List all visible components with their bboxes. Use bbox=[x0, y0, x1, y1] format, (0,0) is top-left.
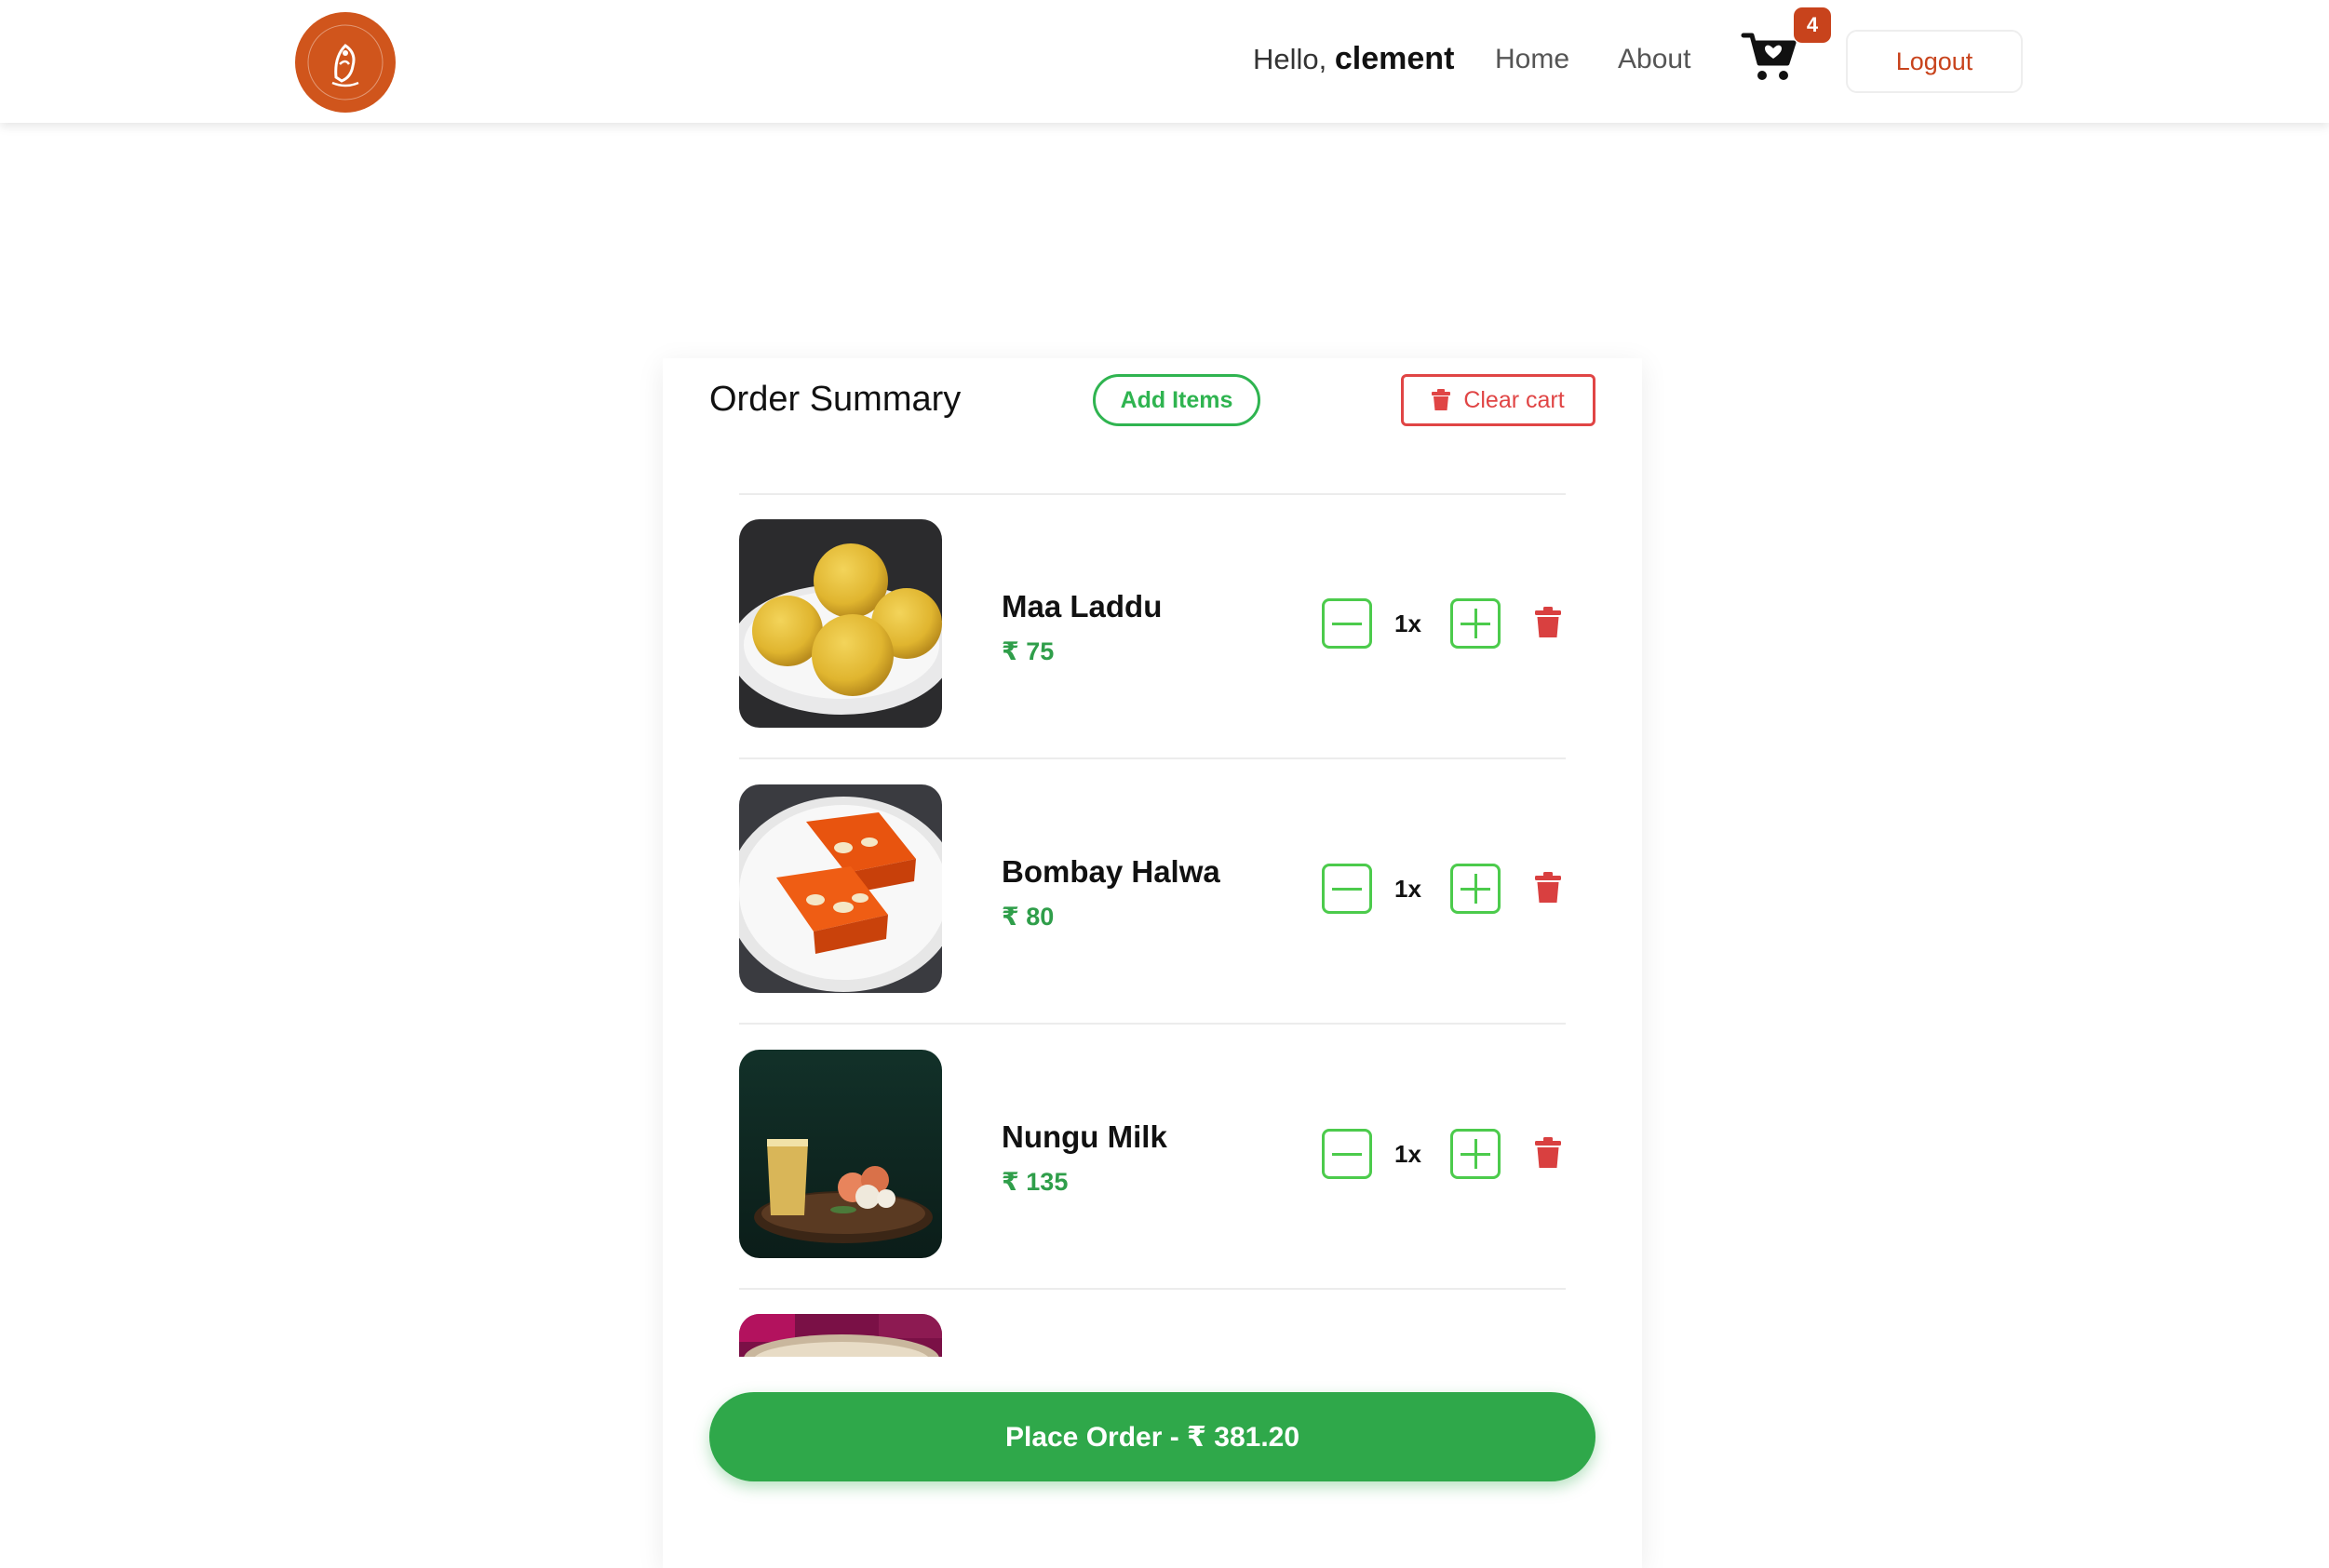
item-divider bbox=[739, 1288, 1566, 1290]
top-navbar: Hello, clement Home About 4 Logout bbox=[0, 0, 2329, 123]
remove-item-trash-icon[interactable] bbox=[1535, 872, 1561, 908]
item-image-nungu-milk bbox=[739, 1050, 942, 1258]
item-name: Maa Laddu bbox=[1002, 589, 1163, 623]
item-divider bbox=[739, 1023, 1566, 1025]
decrease-quantity-button[interactable] bbox=[1322, 598, 1372, 649]
greeting-text: Hello, bbox=[1253, 43, 1327, 75]
cart-icon[interactable] bbox=[1741, 28, 1798, 86]
decrease-quantity-button[interactable] bbox=[1322, 864, 1372, 914]
item-name: Nungu Milk bbox=[1002, 1119, 1167, 1154]
place-order-button[interactable]: Place Order - ₹ 381.20 bbox=[709, 1392, 1595, 1481]
clear-cart-label: Clear cart bbox=[1463, 386, 1565, 413]
item-quantity: 1x bbox=[1394, 610, 1421, 637]
increase-quantity-button[interactable] bbox=[1450, 864, 1501, 914]
item-image-maa-laddu bbox=[739, 519, 942, 728]
item-price: ₹ 80 bbox=[1002, 903, 1055, 931]
item-price: ₹ 135 bbox=[1002, 1168, 1069, 1196]
item-quantity: 1x bbox=[1394, 875, 1421, 903]
item-name: Bombay Halwa bbox=[1002, 854, 1220, 889]
add-items-button[interactable]: Add Items bbox=[1093, 374, 1260, 426]
remove-item-trash-icon[interactable] bbox=[1535, 607, 1561, 643]
nav-about-link[interactable]: About bbox=[1618, 44, 1690, 75]
user-greeting: Hello, clement bbox=[1253, 41, 1454, 77]
item-divider bbox=[739, 493, 1566, 495]
trash-icon bbox=[1432, 389, 1451, 410]
username: clement bbox=[1334, 41, 1455, 76]
item-price: ₹ 75 bbox=[1002, 637, 1055, 665]
increase-quantity-button[interactable] bbox=[1450, 1129, 1501, 1179]
item-image-bombay-halwa bbox=[739, 784, 942, 993]
remove-item-trash-icon[interactable] bbox=[1535, 1137, 1561, 1173]
nav-home-link[interactable]: Home bbox=[1495, 44, 1569, 75]
item-quantity: 1x bbox=[1394, 1140, 1421, 1168]
logout-button[interactable]: Logout bbox=[1846, 30, 2023, 93]
cart-count-badge: 4 bbox=[1794, 7, 1831, 43]
order-summary-title: Order Summary bbox=[709, 380, 962, 419]
item-divider bbox=[739, 757, 1566, 759]
clear-cart-button[interactable]: Clear cart bbox=[1401, 374, 1595, 426]
brand-logo[interactable] bbox=[295, 12, 396, 113]
place-order-label: Place Order - ₹ 381.20 bbox=[1004, 1421, 1300, 1453]
decrease-quantity-button[interactable] bbox=[1322, 1129, 1372, 1179]
item-image-partial bbox=[739, 1314, 942, 1357]
increase-quantity-button[interactable] bbox=[1450, 598, 1501, 649]
